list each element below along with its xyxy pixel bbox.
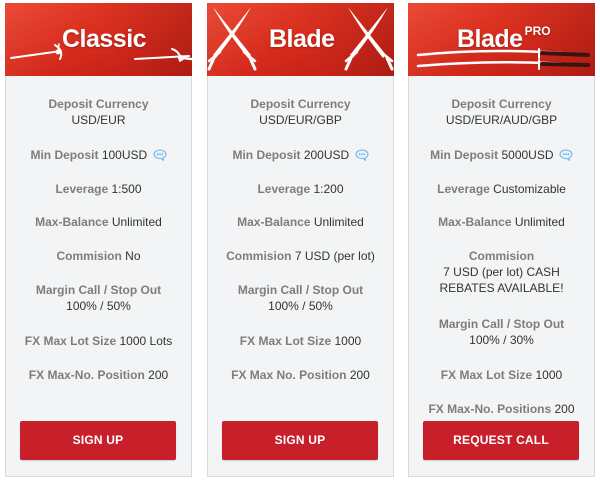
commission: Commision 7 USD (per lot) <box>226 249 375 263</box>
chat-info-icon[interactable] <box>559 149 573 161</box>
min-deposit: Min Deposit 5000USD <box>409 147 594 163</box>
leverage: Leverage 1:200 <box>257 182 344 196</box>
fx-max-lot-size: FX Max Lot Size 1000 <box>239 334 362 348</box>
min-deposit: Min Deposit 200USD <box>208 147 393 163</box>
deposit-currency: Deposit Currency USD/EUR/AUD/GBP <box>445 97 558 127</box>
request-call-button[interactable]: REQUEST CALL <box>423 421 579 460</box>
plan-title-superscript: PRO <box>524 24 551 38</box>
leverage: Leverage Customizable <box>437 182 566 196</box>
plan-header-classic: Classic <box>5 3 192 76</box>
max-balance: Max-Balance Unlimited <box>237 215 364 229</box>
fx-max-lot-size: FX Max Lot Size 1000 Lots <box>24 334 173 348</box>
leverage: Leverage 1:500 <box>55 182 142 196</box>
plan-card-blade: Blade Deposit Currency USD/EUR/GBP Min D… <box>207 3 394 477</box>
chat-info-icon[interactable] <box>355 149 369 161</box>
fx-max-positions: FX Max-No. Positions 200 <box>428 402 575 416</box>
min-deposit: Min Deposit 100USD <box>6 147 191 163</box>
max-balance: Max-Balance Unlimited <box>35 215 162 229</box>
deposit-currency: Deposit Currency USD/EUR/GBP <box>250 97 351 127</box>
deposit-currency: Deposit Currency USD/EUR <box>48 97 149 127</box>
plan-title: Blade <box>269 25 335 53</box>
sign-up-button[interactable]: SIGN UP <box>20 421 176 460</box>
max-balance: Max-Balance Unlimited <box>438 215 565 229</box>
plan-title: Classic <box>62 25 147 53</box>
margin-call-stop-out: Margin Call / Stop Out 100% / 50% <box>35 283 162 313</box>
plan-header-blade: Blade <box>207 3 394 76</box>
plan-card-classic: Classic Deposit Currency USD/EUR Min Dep… <box>5 3 192 477</box>
commission: Commision No <box>56 249 141 263</box>
chat-info-icon[interactable] <box>153 149 167 161</box>
margin-call-stop-out: Margin Call / Stop Out 100% / 30% <box>438 317 565 347</box>
margin-call-stop-out: Margin Call / Stop Out 100% / 50% <box>237 283 364 313</box>
plan-title: Blade PRO <box>457 24 551 53</box>
commission: Commision 7 USD (per lot) CASH REBATES A… <box>439 249 564 295</box>
fx-max-positions: FX Max No. Position 200 <box>231 368 370 382</box>
fx-max-positions: FX Max-No. Position 200 <box>28 368 169 382</box>
plan-header-blade-pro: Blade PRO <box>408 3 595 76</box>
sign-up-button[interactable]: SIGN UP <box>222 421 378 460</box>
fx-max-lot-size: FX Max Lot Size 1000 <box>440 368 563 382</box>
plan-card-blade-pro: Blade PRO Deposit Currency USD/EUR/AUD/GB… <box>408 3 595 477</box>
